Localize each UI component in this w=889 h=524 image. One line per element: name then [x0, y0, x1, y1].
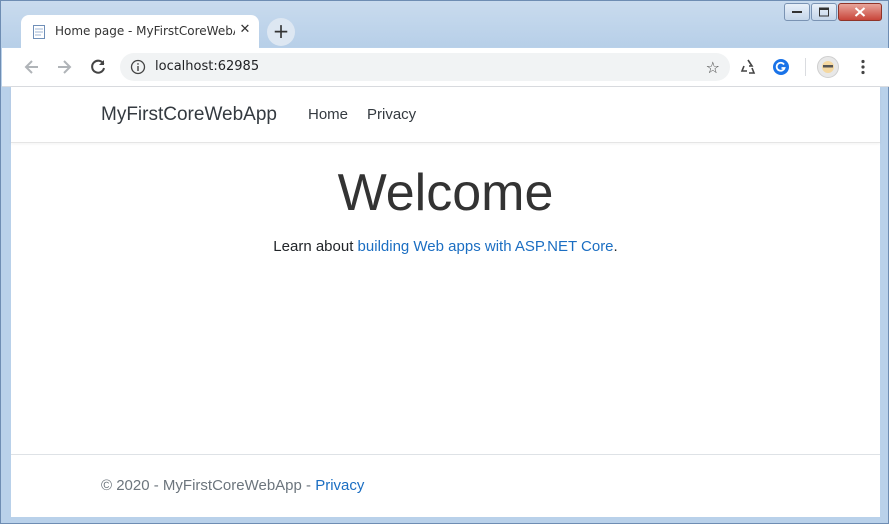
footer-privacy-link[interactable]: Privacy — [315, 477, 364, 494]
page-icon — [33, 25, 45, 39]
web-page: MyFirstCoreWebApp Home Privacy Welcome L… — [11, 87, 880, 517]
maximize-button[interactable] — [811, 3, 837, 21]
forward-arrow-icon[interactable] — [54, 57, 74, 77]
back-arrow-icon[interactable] — [22, 57, 42, 77]
aspnet-docs-link[interactable]: building Web apps with ASP.NET Core — [358, 238, 614, 255]
site-navbar: MyFirstCoreWebApp Home Privacy — [11, 87, 880, 143]
window-controls — [783, 3, 882, 23]
learn-suffix: . — [613, 238, 618, 255]
close-tab-icon[interactable]: ✕ — [237, 22, 253, 38]
site-brand-link[interactable]: MyFirstCoreWebApp — [101, 104, 277, 126]
welcome-heading: Welcome — [337, 164, 554, 222]
copyright-text: © 2020 - MyFirstCoreWebApp - — [101, 477, 316, 494]
bookmark-star-icon[interactable]: ☆ — [706, 58, 720, 77]
title-bar: Home page - MyFirstCoreWebApp ✕ + — [1, 1, 888, 49]
browser-tab[interactable]: Home page - MyFirstCoreWebApp ✕ — [21, 15, 259, 49]
browser-window: Home page - MyFirstCoreWebApp ✕ + — [0, 0, 889, 524]
browser-toolbar: localhost:62985 ☆ — [2, 48, 889, 87]
recycle-extension-icon[interactable] — [739, 58, 757, 76]
url-text[interactable]: localhost:62985 — [155, 59, 259, 74]
profile-avatar[interactable] — [817, 56, 839, 78]
nav-link-home[interactable]: Home — [308, 106, 348, 123]
minimize-button[interactable] — [784, 3, 810, 21]
learn-paragraph: Learn about building Web apps with ASP.N… — [11, 238, 880, 255]
grammar-extension-icon[interactable] — [772, 58, 790, 76]
learn-prefix: Learn about — [273, 238, 358, 255]
menu-dots-icon[interactable] — [854, 58, 872, 76]
minimize-icon — [792, 11, 802, 13]
footer-text: © 2020 - MyFirstCoreWebApp - Privacy — [101, 477, 364, 494]
close-window-button[interactable] — [838, 3, 882, 21]
info-icon[interactable] — [130, 59, 146, 75]
maximize-icon — [819, 7, 829, 17]
toolbar-divider — [805, 58, 806, 76]
tab-title: Home page - MyFirstCoreWebApp — [55, 24, 235, 38]
nav-link-privacy[interactable]: Privacy — [367, 106, 416, 123]
close-window-icon — [854, 7, 866, 17]
site-footer: © 2020 - MyFirstCoreWebApp - Privacy — [11, 454, 880, 518]
reload-icon[interactable] — [88, 57, 108, 77]
address-bar[interactable]: localhost:62985 ☆ — [120, 53, 730, 81]
new-tab-button[interactable]: + — [267, 18, 295, 46]
